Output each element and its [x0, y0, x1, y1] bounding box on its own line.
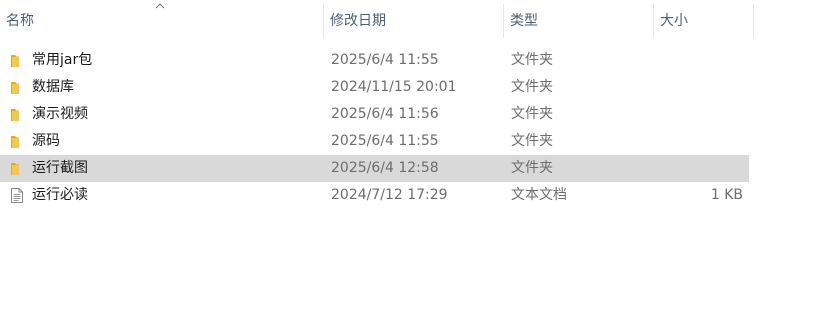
- text-file-icon: [11, 188, 23, 203]
- column-header-type[interactable]: 类型: [504, 0, 653, 40]
- file-row[interactable]: 数据库 2024/11/15 20:01 文件夹: [0, 74, 749, 101]
- folder-icon: [11, 55, 19, 67]
- column-header-date[interactable]: 修改日期: [324, 0, 503, 40]
- file-row[interactable]: 运行必读 2024/7/12 17:29 文本文档 1 KB: [0, 182, 749, 209]
- file-modified-date: 2025/6/4 11:55: [331, 52, 439, 68]
- file-row[interactable]: 常用jar包 2025/6/4 11:55 文件夹: [0, 47, 749, 74]
- file-name: 常用jar包: [32, 52, 93, 68]
- file-row[interactable]: 源码 2025/6/4 11:55 文件夹: [0, 128, 749, 155]
- folder-icon: [11, 136, 19, 148]
- file-name: 运行截图: [32, 160, 88, 176]
- file-name: 演示视频: [32, 106, 88, 122]
- file-type: 文件夹: [511, 160, 553, 176]
- file-name: 运行必读: [32, 187, 88, 203]
- file-type: 文件夹: [511, 106, 553, 122]
- file-type: 文件夹: [511, 133, 553, 149]
- file-name: 数据库: [32, 79, 74, 95]
- file-type: 文本文档: [511, 187, 567, 203]
- file-modified-date: 2024/7/12 17:29: [331, 187, 448, 203]
- folder-icon: [11, 82, 19, 94]
- file-modified-date: 2025/6/4 11:55: [331, 133, 439, 149]
- file-type: 文件夹: [511, 52, 553, 68]
- file-type: 文件夹: [511, 79, 553, 95]
- file-row-selected[interactable]: 运行截图 2025/6/4 12:58 文件夹: [0, 155, 749, 182]
- sort-ascending-icon: [155, 3, 165, 9]
- file-modified-date: 2025/6/4 11:56: [331, 106, 439, 122]
- column-header-bar: 名称 修改日期 类型 大小: [0, 0, 837, 42]
- column-divider[interactable]: [753, 4, 754, 38]
- file-row[interactable]: 演示视频 2025/6/4 11:56 文件夹: [0, 101, 749, 128]
- file-modified-date: 2025/6/4 12:58: [331, 160, 439, 176]
- file-modified-date: 2024/11/15 20:01: [331, 79, 457, 95]
- column-header-size[interactable]: 大小: [654, 0, 753, 40]
- file-name: 源码: [32, 133, 60, 149]
- folder-icon: [11, 109, 19, 121]
- folder-icon: [11, 163, 19, 175]
- file-size: 1 KB: [710, 187, 743, 203]
